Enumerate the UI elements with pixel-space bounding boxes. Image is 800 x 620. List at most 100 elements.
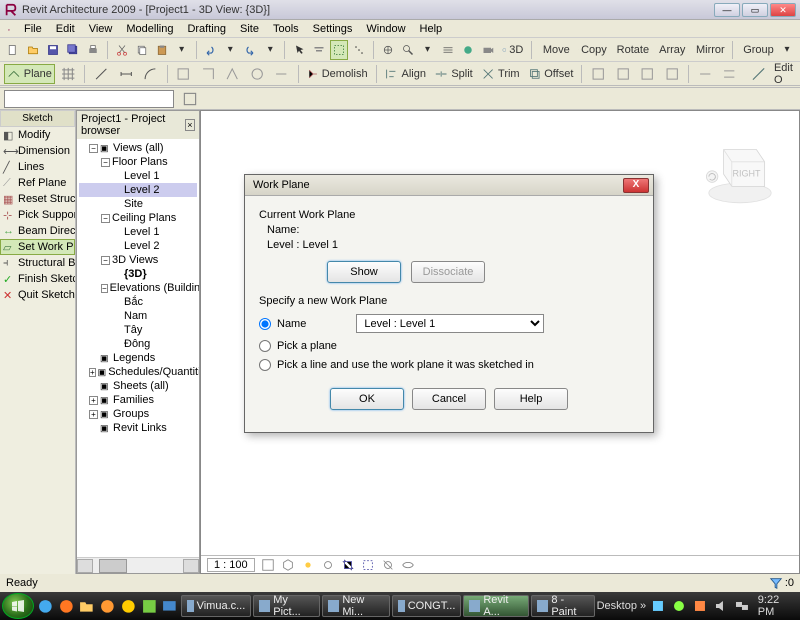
- tree-item[interactable]: +▣Groups: [79, 407, 197, 421]
- paste-dropdown[interactable]: ▾: [173, 40, 191, 60]
- close-button[interactable]: ✕: [770, 3, 796, 17]
- radio-name[interactable]: [259, 318, 271, 330]
- menu-site[interactable]: Site: [234, 23, 265, 35]
- option-lines[interactable]: ╱Lines: [0, 159, 75, 175]
- sk2-button[interactable]: [197, 64, 219, 84]
- expand-icon[interactable]: −: [101, 158, 110, 167]
- ex2-button[interactable]: [612, 64, 634, 84]
- maximize-button[interactable]: ▭: [742, 3, 768, 17]
- scroll-thumb[interactable]: [99, 559, 127, 573]
- copy-button[interactable]: [133, 40, 151, 60]
- tree-item[interactable]: +▣Families: [79, 393, 197, 407]
- 3d-button[interactable]: 3D: [499, 40, 527, 60]
- tree-item[interactable]: −Ceiling Plans: [79, 211, 197, 225]
- rotate-button[interactable]: Rotate: [612, 40, 651, 60]
- workplane-select[interactable]: Level : Level 1: [356, 314, 544, 333]
- show-button[interactable]: Show: [327, 261, 401, 283]
- menu-view[interactable]: View: [83, 23, 119, 35]
- ex6-button[interactable]: [718, 64, 740, 84]
- expand-icon[interactable]: −: [101, 256, 110, 265]
- offset-button[interactable]: Offset: [525, 64, 577, 84]
- expand-icon[interactable]: +: [89, 396, 98, 405]
- menu-modelling[interactable]: Modelling: [120, 23, 179, 35]
- tree-item[interactable]: +▣Schedules/Quantitie: [79, 365, 197, 379]
- desktop-chevron-icon[interactable]: »: [640, 600, 646, 612]
- undo-button[interactable]: [201, 40, 219, 60]
- ex5-button[interactable]: [694, 64, 716, 84]
- camera-button[interactable]: [479, 40, 497, 60]
- option-modify[interactable]: ◧Modify: [0, 127, 75, 143]
- zoom-button[interactable]: [399, 40, 417, 60]
- desktop-toolbar[interactable]: Desktop: [597, 600, 637, 612]
- type-selector[interactable]: [4, 90, 174, 108]
- option-reset-structura[interactable]: ▦Reset Structura: [0, 191, 75, 207]
- tray-clock[interactable]: 9:22 PM: [754, 594, 798, 618]
- paste-button[interactable]: [153, 40, 171, 60]
- menu-drafting[interactable]: Drafting: [181, 23, 232, 35]
- detail-level-icon[interactable]: [261, 558, 275, 572]
- tree-item[interactable]: Tây: [79, 323, 197, 337]
- type-props-button[interactable]: [178, 89, 202, 109]
- align-button[interactable]: Align: [381, 64, 429, 84]
- ex3-button[interactable]: [636, 64, 658, 84]
- visual-style-icon[interactable]: [281, 558, 295, 572]
- mirror-button[interactable]: Mirror: [690, 40, 727, 60]
- menu-edit[interactable]: Edit: [50, 23, 81, 35]
- tree-item[interactable]: Đông: [79, 337, 197, 351]
- redo-dropdown[interactable]: ▾: [261, 40, 279, 60]
- line-tool[interactable]: [90, 64, 112, 84]
- dissociate-button[interactable]: Dissociate: [411, 261, 485, 283]
- radio-pick[interactable]: [259, 340, 271, 352]
- arc-tool[interactable]: [139, 64, 161, 84]
- expand-icon[interactable]: −: [101, 214, 110, 223]
- ok-button[interactable]: OK: [330, 388, 404, 410]
- demolish-button[interactable]: Demolish: [304, 64, 371, 84]
- expand-icon[interactable]: +: [89, 368, 96, 377]
- tree-item[interactable]: Nam: [79, 309, 197, 323]
- menu-window[interactable]: Window: [360, 23, 411, 35]
- tree-item[interactable]: ▣Revit Links: [79, 421, 197, 435]
- option-structural-bean[interactable]: ⫞Structural Bean: [0, 255, 75, 271]
- menu-tools[interactable]: Tools: [267, 23, 305, 35]
- tree-item[interactable]: −▣Views (all): [79, 141, 197, 155]
- scroll-left-button[interactable]: [77, 559, 93, 573]
- split-button[interactable]: Split: [431, 64, 476, 84]
- render-button[interactable]: [459, 40, 477, 60]
- option-ref-plane[interactable]: ⟋Ref Plane: [0, 175, 75, 191]
- tree-item[interactable]: −3D Views: [79, 253, 197, 267]
- zoom-dropdown[interactable]: ▾: [419, 40, 437, 60]
- viewcube[interactable]: RIGHT: [699, 129, 781, 211]
- dialog-close-button[interactable]: X: [623, 178, 649, 193]
- saveall-button[interactable]: [64, 40, 82, 60]
- sk1-button[interactable]: [172, 64, 194, 84]
- option-finish-sketch[interactable]: ✓Finish Sketch: [0, 271, 75, 287]
- option-quit-sketch[interactable]: ✕Quit Sketch: [0, 287, 75, 303]
- reveal-icon[interactable]: [401, 558, 415, 572]
- print-button[interactable]: [84, 40, 102, 60]
- menu-help[interactable]: Help: [414, 23, 449, 35]
- region-button[interactable]: [330, 40, 348, 60]
- move-button[interactable]: Move: [537, 40, 573, 60]
- option-dimension[interactable]: ⟷Dimension: [0, 143, 75, 159]
- crop-region-icon[interactable]: [361, 558, 375, 572]
- menu-file[interactable]: File: [18, 23, 48, 35]
- new-button[interactable]: [4, 40, 22, 60]
- array-button[interactable]: Array: [653, 40, 688, 60]
- trim-button[interactable]: Trim: [478, 64, 523, 84]
- dim-tool[interactable]: [115, 64, 137, 84]
- filter-icon[interactable]: [769, 576, 783, 590]
- taskbar-item[interactable]: CONGT...: [392, 595, 461, 617]
- copy2-button[interactable]: Copy: [575, 40, 610, 60]
- tree-item[interactable]: −Floor Plans: [79, 155, 197, 169]
- sk4-button[interactable]: [246, 64, 268, 84]
- tree-item[interactable]: −Elevations (Building: [79, 281, 197, 295]
- thinlines-button[interactable]: [439, 40, 457, 60]
- expand-icon[interactable]: −: [101, 284, 108, 293]
- plane-button[interactable]: Plane: [4, 64, 55, 84]
- start-button[interactable]: [2, 593, 34, 619]
- tree-item[interactable]: Level 1: [79, 225, 197, 239]
- minimize-button[interactable]: —: [714, 3, 740, 17]
- editopt-button[interactable]: Edit O: [743, 64, 796, 84]
- sk5-button[interactable]: [270, 64, 292, 84]
- sun-path-icon[interactable]: [301, 558, 315, 572]
